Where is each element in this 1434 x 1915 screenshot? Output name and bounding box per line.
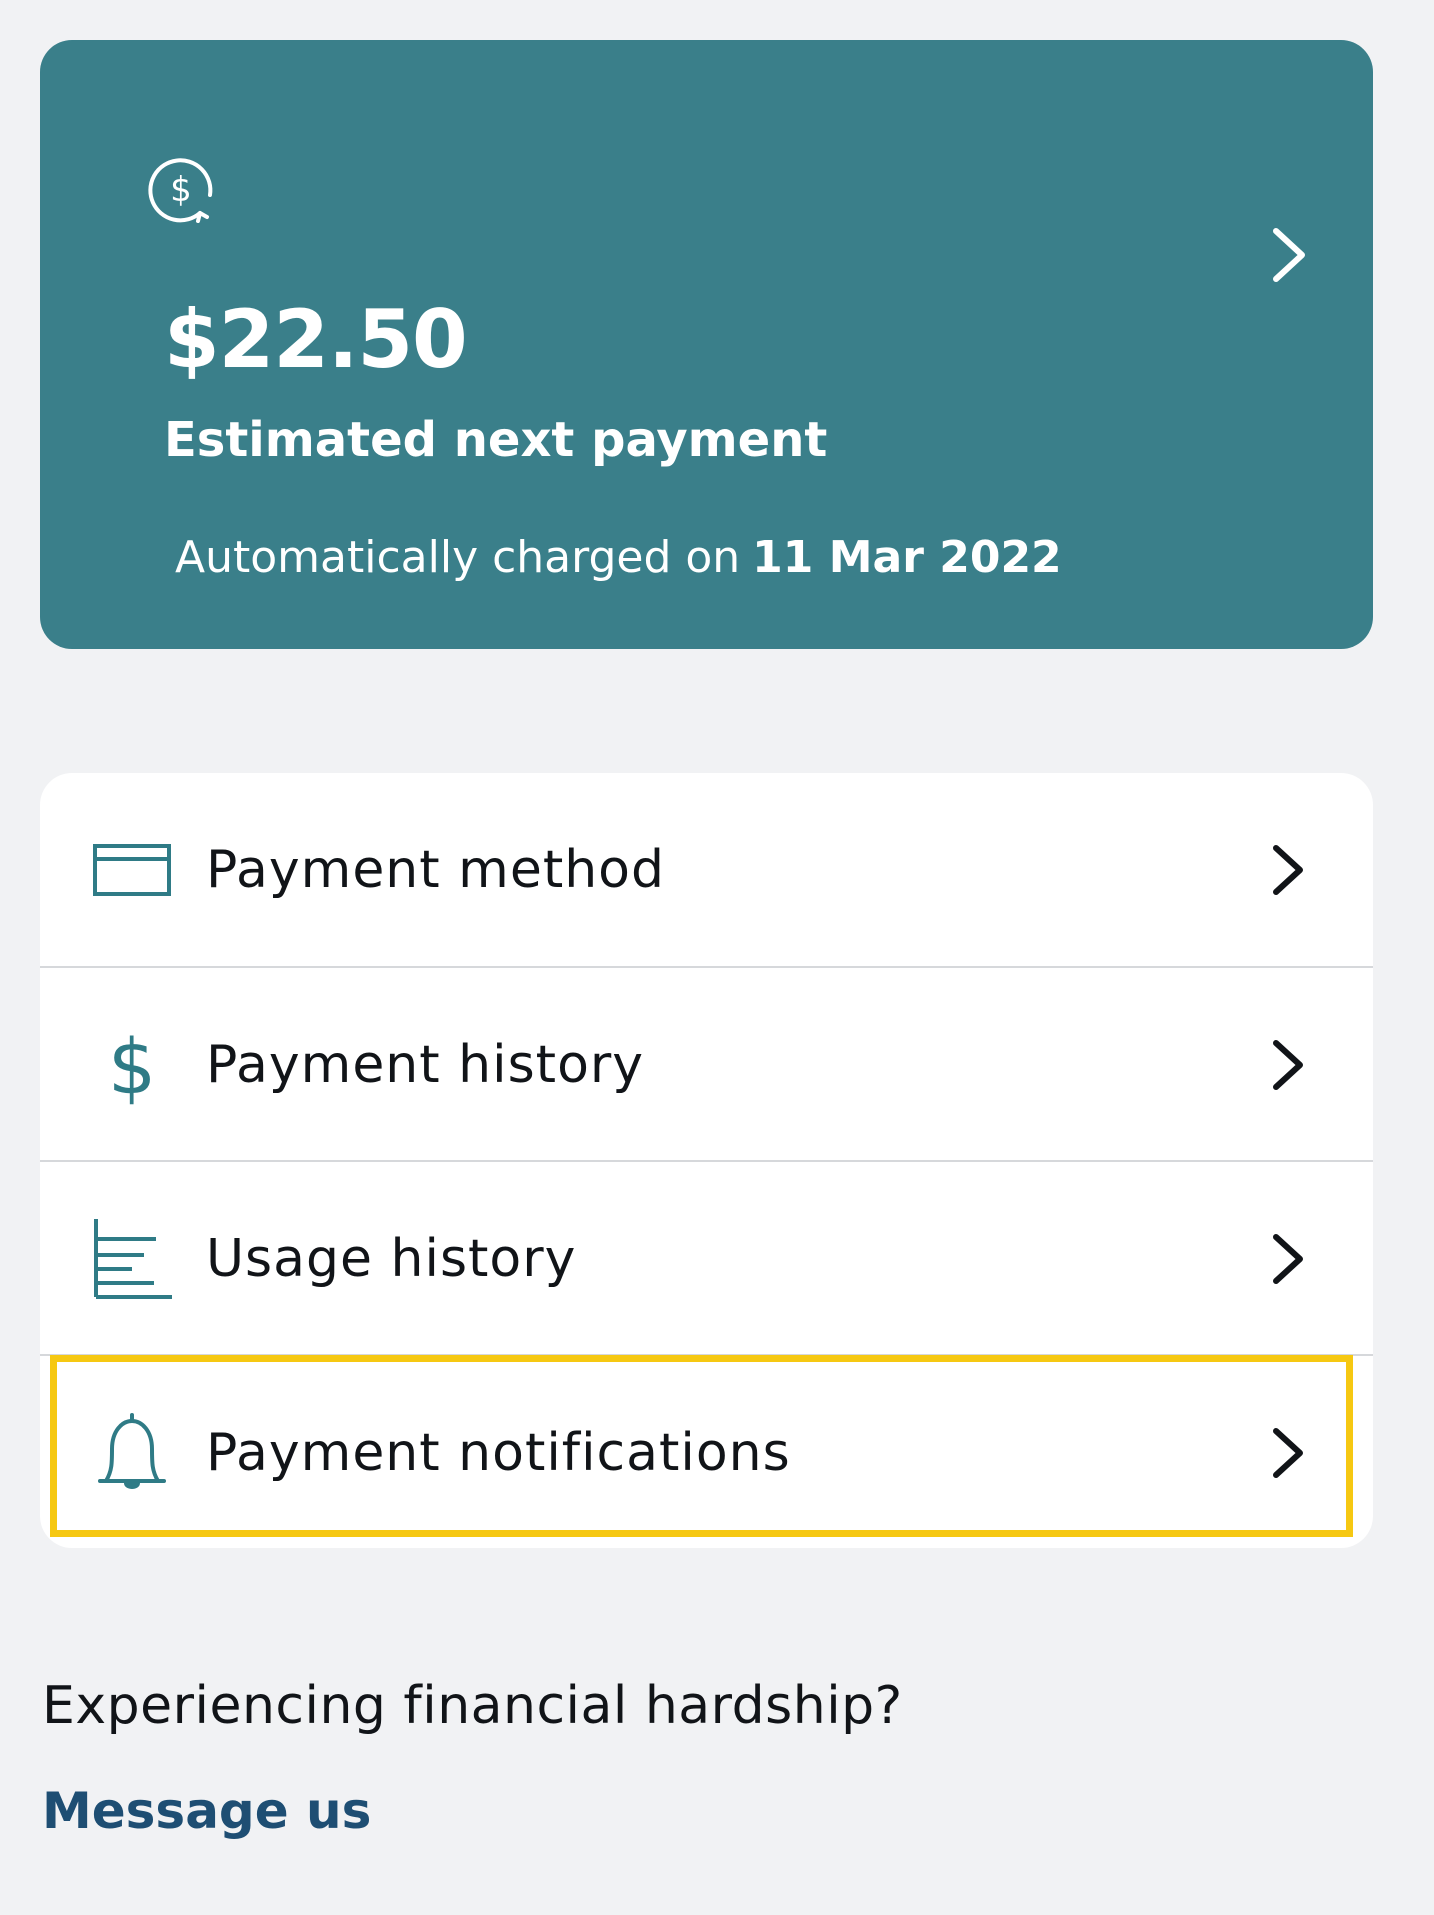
payments-menu: Payment method $ Payment history Usage h… xyxy=(40,773,1373,1548)
menu-item-payment-notifications[interactable]: Payment notifications xyxy=(40,1354,1373,1548)
payment-amount-label: Estimated next payment xyxy=(164,412,828,468)
menu-item-label: Usage history xyxy=(206,1228,577,1289)
menu-item-payment-method[interactable]: Payment method xyxy=(40,773,1373,966)
payment-amount: $22.50 xyxy=(164,293,468,386)
chevron-right-icon xyxy=(1273,1427,1303,1478)
menu-item-usage-history[interactable]: Usage history xyxy=(40,1160,1373,1355)
chevron-right-icon xyxy=(1273,1039,1303,1090)
chevron-right-icon xyxy=(1273,228,1305,282)
bell-icon xyxy=(98,1412,166,1489)
svg-text:$: $ xyxy=(108,1023,156,1107)
svg-text:$: $ xyxy=(170,170,192,210)
card-icon xyxy=(93,843,171,896)
next-payment-card[interactable]: $ $22.50 Estimated next payment Automati… xyxy=(40,40,1373,649)
menu-item-label: Payment history xyxy=(206,1034,645,1095)
message-us-link[interactable]: Message us xyxy=(42,1782,371,1840)
menu-item-label: Payment notifications xyxy=(206,1422,791,1483)
charge-date: 11 Mar 2022 xyxy=(752,532,1062,583)
bar-chart-icon xyxy=(94,1218,172,1299)
charge-prefix: Automatically charged on xyxy=(175,532,741,583)
menu-item-payment-history[interactable]: $ Payment history xyxy=(40,966,1373,1161)
dollar-icon: $ xyxy=(108,1023,156,1107)
charge-info: Automatically charged on 11 Mar 2022 xyxy=(175,526,1062,590)
menu-item-label: Payment method xyxy=(206,839,665,900)
chevron-right-icon xyxy=(1273,844,1303,895)
dollar-cycle-icon: $ xyxy=(148,158,213,223)
hardship-question: Experiencing financial hardship? xyxy=(42,1676,903,1736)
chevron-right-icon xyxy=(1273,1233,1303,1284)
